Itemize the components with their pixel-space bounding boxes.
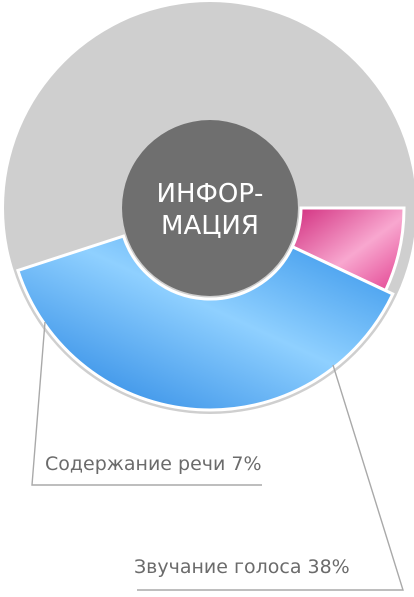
- label-voice: Звучание голоса 38%: [134, 556, 350, 578]
- center-title-line1: ИНФОР-: [157, 179, 264, 209]
- center-title-line2: МАЦИЯ: [161, 211, 259, 241]
- donut-chart: ИНФОР- МАЦИЯ Содержание речи 7% Звучание…: [4, 2, 414, 591]
- label-speech: Содержание речи 7%: [45, 453, 262, 475]
